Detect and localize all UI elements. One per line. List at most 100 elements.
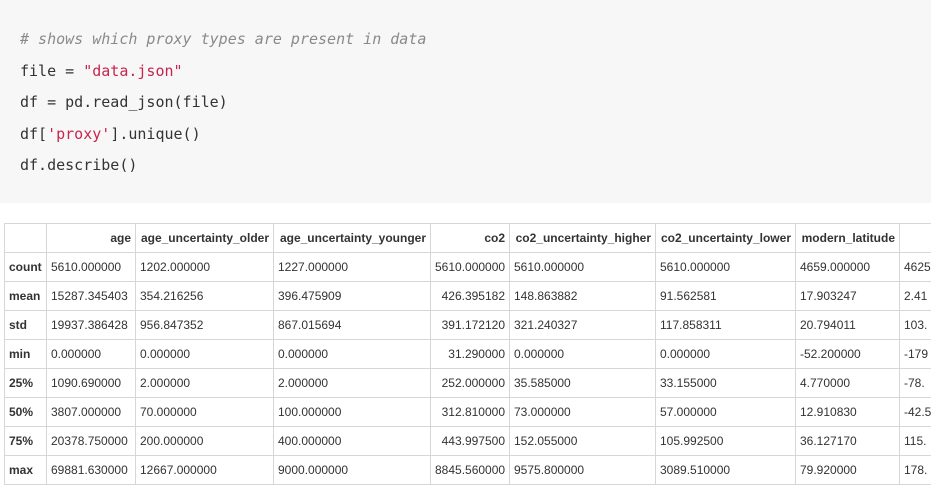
table-cell: 5610.000000 [430, 252, 510, 282]
table-cell: 17.903247 [795, 281, 900, 311]
table-cell: 354.216256 [135, 281, 274, 311]
column-header: age_uncertainty_older [135, 223, 274, 253]
table-cell: 20378.750000 [46, 426, 136, 456]
table-cell: 178. [899, 455, 931, 485]
code-text: ].unique() [110, 124, 201, 143]
code-line-read-json: df = pd.read_json(file) [20, 93, 228, 111]
table-cell: 321.240327 [509, 310, 656, 340]
code-line-describe: df.describe() [20, 156, 138, 174]
column-header: age [46, 223, 136, 253]
table-cell: 12.910830 [795, 397, 900, 427]
table-cell: 2.000000 [273, 368, 431, 398]
table-header-row: age age_uncertainty_older age_uncertaint… [4, 223, 931, 253]
table-cell: 2.41 [899, 281, 931, 311]
table-cell: 0.000000 [273, 339, 431, 369]
column-header: co2_uncertainty_higher [509, 223, 656, 253]
code-text: file = [20, 61, 84, 80]
column-header: mod [899, 223, 931, 253]
table-cell: 4625 [899, 252, 931, 282]
table-cell: -78. [899, 368, 931, 398]
table-cell: 4659.000000 [795, 252, 900, 282]
code-line-unique: df['proxy'].unique() [20, 121, 931, 153]
table-cell: 956.847352 [135, 310, 274, 340]
table-cell: 3089.510000 [655, 455, 796, 485]
row-index-label: std [4, 310, 47, 340]
table-cell: 400.000000 [273, 426, 431, 456]
table-cell: 0.000000 [509, 339, 656, 369]
row-index-label: min [4, 339, 47, 369]
table-row: min 0.000000 0.000000 0.000000 31.290000 0.00… [4, 339, 931, 369]
table-cell: 8845.560000 [430, 455, 510, 485]
table-cell: 2.000000 [135, 368, 274, 398]
table-cell: 100.000000 [273, 397, 431, 427]
table-cell: 312.810000 [430, 397, 510, 427]
table-cell: 12667.000000 [135, 455, 274, 485]
table-cell: -52.200000 [795, 339, 900, 369]
code-line-file: file = "data.json" [20, 58, 931, 90]
table-row: max 69881.630000 12667.000000 9000.000000 88… [4, 455, 931, 485]
column-header: age_uncertainty_younger [273, 223, 431, 253]
row-index-label: 75% [4, 426, 47, 456]
table-cell: 73.000000 [509, 397, 656, 427]
table-cell: 15287.345403 [46, 281, 136, 311]
table-cell: 0.000000 [135, 339, 274, 369]
table-row: mean 15287.345403 354.216256 396.475909 426.… [4, 281, 931, 311]
table-cell: 0.000000 [655, 339, 796, 369]
code-text: df[ [20, 124, 48, 143]
table-cell: 1202.000000 [135, 252, 274, 282]
table-cell: 36.127170 [795, 426, 900, 456]
row-index-label: 50% [4, 397, 47, 427]
table-cell: 5610.000000 [509, 252, 656, 282]
table-cell: 4.770000 [795, 368, 900, 398]
table-cell: 115. [899, 426, 931, 456]
table-cell: 5610.000000 [655, 252, 796, 282]
table-cell: 443.997500 [430, 426, 510, 456]
column-header: co2 [430, 223, 510, 253]
table-row: 75% 20378.750000 200.000000 400.000000 443.9… [4, 426, 931, 456]
table-cell: 148.863882 [509, 281, 656, 311]
table-cell: 0.000000 [46, 339, 136, 369]
table-cell: 426.395182 [430, 281, 510, 311]
table-cell: 91.562581 [655, 281, 796, 311]
table-cell: -42.5 [899, 397, 931, 427]
table-row: 50% 3807.000000 70.000000 100.000000 312.810… [4, 397, 931, 427]
notebook-page: # shows which proxy types are present in… [0, 0, 931, 500]
code-string: 'proxy' [47, 124, 111, 143]
table-body: count 5610.000000 1202.000000 1227.000000 56… [4, 252, 931, 485]
table-cell: 31.290000 [430, 339, 510, 369]
column-header: modern_latitude [795, 223, 900, 253]
row-index-label: 25% [4, 368, 47, 398]
code-string: "data.json" [83, 61, 183, 80]
row-index-label: max [4, 455, 47, 485]
table-row: 25% 1090.690000 2.000000 2.000000 252.000000… [4, 368, 931, 398]
table-cell: 79.920000 [795, 455, 900, 485]
table-cell: 152.055000 [509, 426, 656, 456]
table-cell: 867.015694 [273, 310, 431, 340]
column-header [4, 223, 47, 253]
table-cell: 20.794011 [795, 310, 900, 340]
table-cell: 103. [899, 310, 931, 340]
table-cell: 35.585000 [509, 368, 656, 398]
table-cell: 200.000000 [135, 426, 274, 456]
table-cell: 9575.800000 [509, 455, 656, 485]
table-cell: 70.000000 [135, 397, 274, 427]
table-cell: 57.000000 [655, 397, 796, 427]
table-cell: 19937.386428 [46, 310, 136, 340]
table-cell: -179 [899, 339, 931, 369]
table-cell: 391.172120 [430, 310, 510, 340]
table-cell: 117.858311 [655, 310, 796, 340]
table-row: std 19937.386428 956.847352 867.015694 391.1… [4, 310, 931, 340]
table-cell: 396.475909 [273, 281, 431, 311]
table-cell: 252.000000 [430, 368, 510, 398]
table-cell: 105.992500 [655, 426, 796, 456]
describe-table: age age_uncertainty_older age_uncertaint… [4, 223, 931, 485]
table-cell: 1090.690000 [46, 368, 136, 398]
table-cell: 69881.630000 [46, 455, 136, 485]
table-cell: 5610.000000 [46, 252, 136, 282]
table-cell: 33.155000 [655, 368, 796, 398]
table-row: count 5610.000000 1202.000000 1227.000000 56… [4, 252, 931, 282]
row-index-label: count [4, 252, 47, 282]
code-cell[interactable]: # shows which proxy types are present in… [0, 0, 931, 203]
output-area: age age_uncertainty_older age_uncertaint… [4, 223, 931, 500]
row-index-label: mean [4, 281, 47, 311]
